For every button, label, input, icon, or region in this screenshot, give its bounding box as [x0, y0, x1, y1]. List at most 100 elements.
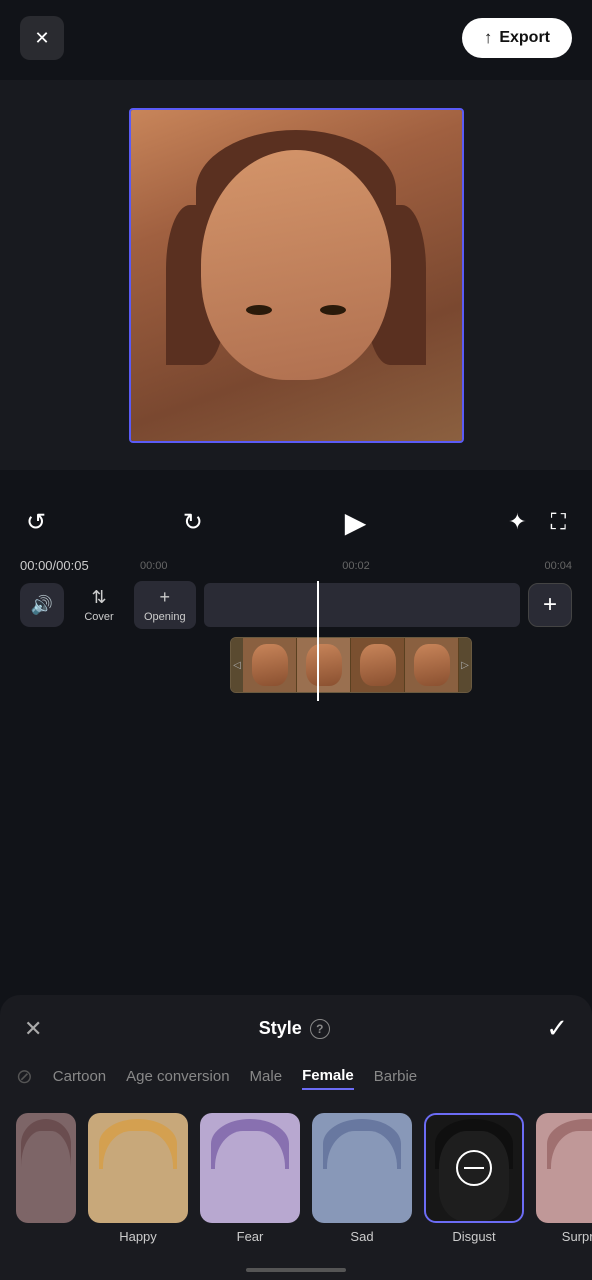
cover-button[interactable]: ⇅ Cover [72, 587, 126, 623]
preview-frame [129, 108, 464, 443]
audio-button[interactable]: 🔊 [20, 583, 64, 627]
style-header: ✕ Style ? ✓ [0, 995, 592, 1052]
film-strip-row: 3.0s ◁ ▷ [20, 637, 572, 693]
style-item-fear[interactable]: Fear [200, 1113, 300, 1244]
face-sad [327, 1131, 397, 1221]
film-thumb-1 [243, 638, 297, 692]
cover-icon: ⇅ [91, 587, 106, 608]
export-button[interactable]: ↑ Export [462, 18, 572, 58]
tab-male[interactable]: Male [250, 1064, 283, 1089]
checkmark-icon: ✓ [546, 1013, 568, 1043]
style-thumb-img-sad [314, 1115, 410, 1221]
style-thumb-img-happy [90, 1115, 186, 1221]
style-thumb-disgust [424, 1113, 524, 1223]
face-surprise [551, 1131, 592, 1221]
style-item-sad[interactable]: Sad [312, 1113, 412, 1244]
style-item-partial[interactable] [16, 1113, 76, 1244]
eye-right [320, 305, 346, 315]
magic-button[interactable]: ✦ [502, 503, 532, 541]
film-thumb-4 [405, 638, 459, 692]
face-fear [215, 1131, 285, 1221]
label-disgust: Disgust [452, 1229, 495, 1244]
redo-icon: ↻ [183, 508, 203, 537]
audio-icon: 🔊 [31, 595, 53, 616]
style-thumb-img-partial [18, 1115, 74, 1221]
timeline-track-area: 🔊 ⇅ Cover + Opening + 3.0s ◁ [20, 581, 572, 701]
time-display: 00:00/00:05 [20, 558, 89, 573]
film-face-3 [360, 644, 396, 686]
playhead-line [317, 581, 319, 701]
ruler-mark-2: 00:04 [544, 560, 572, 572]
undo-icon: ↺ [26, 508, 46, 537]
add-clip-button[interactable]: + [528, 583, 572, 627]
style-item-surprise[interactable]: Surprise [536, 1113, 592, 1244]
tab-cartoon[interactable]: Cartoon [53, 1064, 106, 1089]
tab-none[interactable]: ⊘ [16, 1060, 33, 1093]
style-items: Happy Fear Sad [0, 1105, 592, 1260]
style-item-happy[interactable]: Happy [88, 1113, 188, 1244]
style-close-icon: ✕ [24, 1016, 42, 1041]
ruler-mark-0: 00:00 [140, 560, 168, 572]
label-sad: Sad [350, 1229, 373, 1244]
fullscreen-icon: ⛶ [551, 509, 566, 535]
undo-button[interactable]: ↺ [20, 502, 52, 543]
preview-face [131, 110, 462, 441]
film-strip[interactable]: 3.0s ◁ ▷ [230, 637, 472, 693]
label-happy: Happy [119, 1229, 157, 1244]
film-thumb-3 [351, 638, 405, 692]
film-handle-left[interactable]: ◁ [231, 637, 243, 693]
style-thumb-img-surprise [538, 1115, 592, 1221]
tab-age[interactable]: Age conversion [126, 1064, 229, 1089]
style-thumb-partial [16, 1113, 76, 1223]
style-thumb-fear [200, 1113, 300, 1223]
film-face-4 [414, 644, 450, 686]
style-close-button[interactable]: ✕ [24, 1016, 42, 1042]
label-surprise: Surprise [562, 1229, 592, 1244]
video-track [204, 583, 520, 627]
style-thumb-sad [312, 1113, 412, 1223]
disgust-selected-overlay [426, 1115, 522, 1221]
style-panel: ✕ Style ? ✓ ⊘ Cartoon Age conversion Mal… [0, 995, 592, 1280]
export-icon: ↑ [484, 28, 493, 48]
style-thumb-happy [88, 1113, 188, 1223]
style-item-disgust[interactable]: Disgust [424, 1113, 524, 1244]
style-thumb-img-disgust [426, 1115, 522, 1221]
eye-left [246, 305, 272, 315]
disgust-icon-line [464, 1167, 484, 1169]
cover-label: Cover [84, 611, 113, 623]
scroll-indicator [246, 1268, 346, 1272]
category-tabs: ⊘ Cartoon Age conversion Male Female Bar… [0, 1052, 592, 1105]
opening-label: Opening [144, 611, 186, 623]
style-help-icon[interactable]: ? [310, 1019, 330, 1039]
film-thumb-2 [297, 638, 351, 692]
magic-icon: ✦ [508, 509, 526, 535]
close-button[interactable]: ✕ [20, 16, 64, 60]
label-fear: Fear [237, 1229, 264, 1244]
style-thumb-img-fear [202, 1115, 298, 1221]
style-confirm-button[interactable]: ✓ [546, 1013, 568, 1044]
ruler-mark-1: 00:02 [342, 560, 370, 572]
controls-area: ↺ ↻ ▶ ✦ ⛶ 00:00/00:05 00:00 00:02 00:04 [0, 490, 592, 701]
style-title: Style ? [259, 1018, 330, 1039]
redo-button[interactable]: ↻ [177, 502, 209, 543]
face-happy [103, 1131, 173, 1221]
film-face-2 [306, 644, 342, 686]
tab-barbie[interactable]: Barbie [374, 1064, 417, 1089]
add-icon: + [543, 591, 557, 619]
close-icon: ✕ [34, 28, 49, 49]
play-icon: ▶ [345, 506, 367, 539]
face-shape [201, 150, 391, 380]
fullscreen-button[interactable]: ⛶ [545, 503, 572, 541]
ruler-marks: 00:00 00:02 00:04 [140, 560, 572, 572]
playback-controls: ↺ ↻ ▶ ✦ ⛶ [20, 490, 572, 554]
opening-icon: + [160, 587, 171, 608]
disgust-selected-icon [456, 1150, 492, 1186]
tab-female[interactable]: Female [302, 1063, 354, 1090]
film-handle-right[interactable]: ▷ [459, 637, 471, 693]
export-label: Export [499, 29, 550, 47]
play-button[interactable]: ▶ [334, 500, 378, 544]
preview-area [0, 80, 592, 470]
film-face-1 [252, 644, 288, 686]
right-controls: ✦ ⛶ [502, 503, 572, 541]
opening-button[interactable]: + Opening [134, 581, 196, 629]
